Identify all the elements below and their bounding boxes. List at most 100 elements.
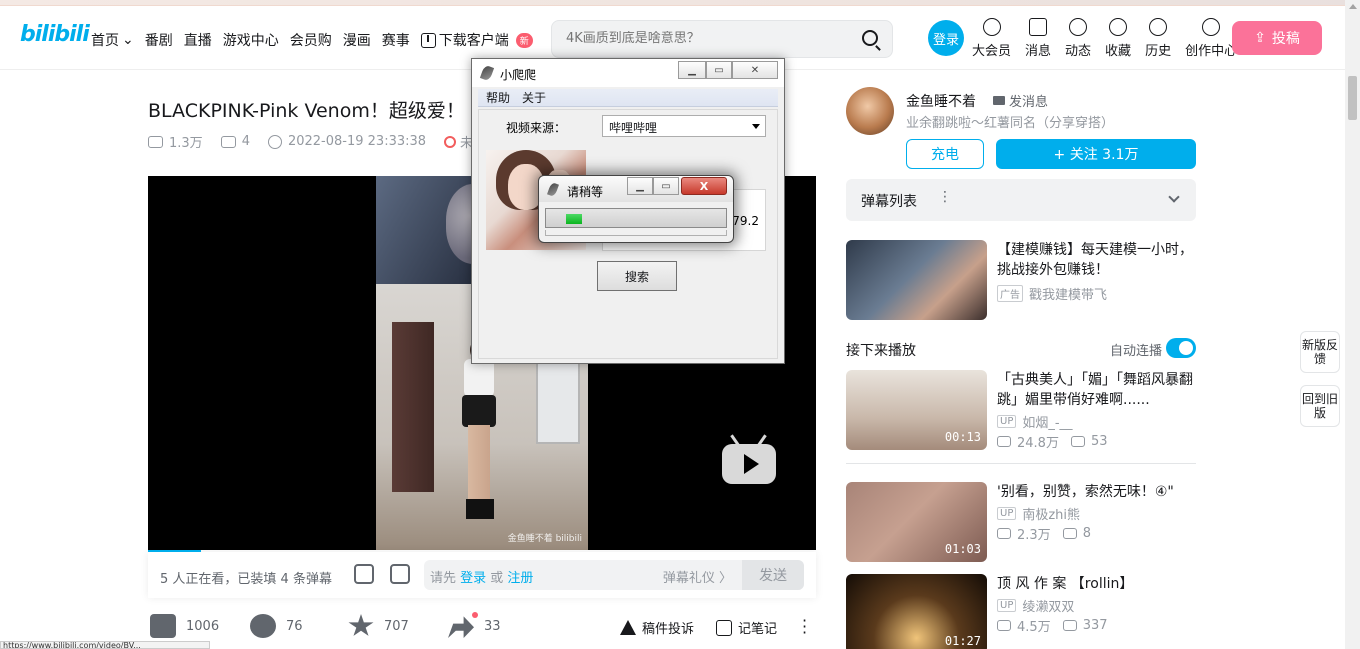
ad-card[interactable]: 【建模赚钱】每天建模一小时，挑战接外包赚钱！ 广告 戳我建模带飞 — [846, 240, 1196, 322]
up-tag: UP — [997, 415, 1017, 428]
header-history[interactable]: 历史 — [1145, 16, 1171, 59]
bilibili-tv-play-icon[interactable] — [722, 434, 776, 484]
header-dynamic[interactable]: 动态 — [1065, 16, 1091, 59]
header-messages[interactable]: 消息 — [1025, 16, 1051, 59]
uploader-avatar[interactable] — [846, 87, 894, 135]
new-version-feedback-button[interactable]: 新版反馈 — [1300, 331, 1340, 373]
danmaku-icon — [1062, 528, 1077, 539]
dancer-figure — [460, 339, 498, 519]
favorite-button[interactable]: 707 — [348, 614, 409, 638]
header-icon-bar: 大会员 消息 动态 收藏 历史 创作中心 — [972, 16, 1251, 59]
close-button[interactable]: ✕ — [732, 61, 778, 79]
header-creator-center[interactable]: 创作中心 — [1185, 16, 1237, 59]
thumbs-up-icon — [150, 614, 176, 638]
menu-about[interactable]: 关于 — [522, 89, 546, 106]
maximize-button[interactable]: ▭ — [706, 61, 732, 79]
more-options-icon[interactable]: · · · — [802, 613, 807, 641]
recommendation-thumbnail[interactable]: 00:13 — [846, 370, 987, 450]
header-favorites[interactable]: 收藏 — [1105, 16, 1131, 59]
maximize-button[interactable]: ▭ — [653, 177, 679, 195]
follow-button[interactable]: + 关注 3.1万 — [996, 139, 1196, 169]
upload-button[interactable]: ⇪ 投稿 — [1232, 21, 1322, 55]
recommendation-thumbnail[interactable]: 01:03 — [846, 482, 987, 562]
minimize-button[interactable]: ▁ — [627, 177, 653, 195]
autoplay-toggle[interactable] — [1166, 338, 1196, 358]
main-nav: 首页 ⌄ 番剧 直播 游戏中心 会员购 漫画 赛事 下载客户端 新 — [91, 30, 544, 50]
send-message-link[interactable]: 发消息 — [993, 91, 1048, 110]
share-icon — [448, 616, 474, 638]
window-titlebar[interactable]: 小爬爬 ▁ ▭ ✕ — [472, 59, 784, 87]
scroll-up-arrow-icon[interactable] — [1349, 4, 1357, 9]
charge-button[interactable]: 充电 — [906, 139, 984, 169]
progress-fill — [566, 214, 583, 224]
up-tag: UP — [997, 599, 1017, 612]
recommendation-item[interactable]: 00:13 「古典美人」「媚」「舞蹈风暴翻跳」媚里带俏好难啊...... UP 如… — [846, 370, 1196, 452]
browser-status-url: https://www.bilibili.com/video/BV... — [0, 641, 210, 649]
recommendation-uploader[interactable]: UP 绫濑双双 — [997, 596, 1074, 615]
scrollbar-thumb[interactable] — [1348, 76, 1357, 120]
share-button[interactable]: 33 — [448, 612, 501, 638]
login-avatar-button[interactable]: 登录 — [928, 20, 964, 56]
danmaku-settings-icon[interactable] — [390, 564, 410, 584]
video-source-label: 视频来源： — [506, 121, 567, 135]
coin-icon — [250, 614, 276, 638]
recommendation-item[interactable]: 01:03 '别看，别赞，索然无味！④" UP 南极zhi熊 2.3万 8 — [846, 482, 1196, 564]
recommendation-thumbnail[interactable]: 01:27 — [846, 574, 987, 649]
danmaku-toggle-icon[interactable] — [354, 564, 374, 584]
notes-button[interactable]: 记笔记 — [716, 618, 777, 637]
danmaku-etiquette-link[interactable]: 弹幕礼仪 〉 — [663, 567, 732, 586]
chevron-down-icon[interactable] — [1168, 191, 1180, 203]
like-button[interactable]: 1006 — [150, 614, 219, 638]
playback-progress[interactable] — [148, 550, 202, 552]
recommendation-title[interactable]: 顶 风 作 案 【rollin】 — [997, 574, 1193, 594]
menu-help[interactable]: 帮助 — [486, 89, 510, 106]
nav-esports[interactable]: 赛事 — [382, 30, 410, 50]
search-button[interactable]: 搜索 — [597, 261, 677, 291]
page-scrollbar[interactable] — [1345, 0, 1360, 649]
more-vertical-icon[interactable]: ⋮ — [938, 189, 952, 205]
nav-manga[interactable]: 漫画 — [343, 30, 371, 50]
danmaku-icon — [1070, 436, 1085, 447]
ad-title[interactable]: 【建模赚钱】每天建模一小时，挑战接外包赚钱！ — [997, 240, 1193, 280]
ad-thumbnail[interactable] — [846, 240, 987, 320]
close-button[interactable]: X — [681, 177, 727, 195]
danmaku-input[interactable]: 请先 登录 或 注册 弹幕礼仪 〉 发送 — [424, 560, 804, 590]
recommendation-uploader[interactable]: UP 如烟_-__ — [997, 412, 1073, 431]
recommendation-item[interactable]: 01:27 顶 风 作 案 【rollin】 UP 绫濑双双 4.5万 337 — [846, 574, 1196, 649]
search-input[interactable] — [566, 31, 836, 46]
login-link[interactable]: 登录 — [460, 571, 486, 586]
search-icon[interactable] — [862, 30, 878, 46]
danmaku-list-panel[interactable]: 弹幕列表 ⋮ — [846, 179, 1196, 221]
recommendation-title[interactable]: 「古典美人」「媚」「舞蹈风暴翻跳」媚里带俏好难啊...... — [997, 370, 1193, 410]
nav-anime[interactable]: 番剧 — [145, 30, 173, 50]
back-to-old-version-button[interactable]: 回到旧版 — [1300, 385, 1340, 427]
uploader-name[interactable]: 金鱼睡不着 — [906, 91, 976, 111]
history-icon — [1149, 18, 1168, 36]
publish-date: 2022-08-19 23:33:38 — [267, 134, 426, 149]
nav-game-center[interactable]: 游戏中心 — [223, 30, 279, 50]
header-vip[interactable]: 大会员 — [972, 16, 1011, 59]
nav-download-client[interactable]: 下载客户端 新 — [420, 30, 533, 50]
bilibili-logo[interactable]: bilibili — [20, 22, 90, 47]
nav-live[interactable]: 直播 — [184, 30, 212, 50]
nav-home[interactable]: 首页 ⌄ — [91, 30, 134, 50]
minimize-button[interactable]: ▁ — [678, 61, 706, 79]
video-source-select[interactable]: 哔哩哔哩 — [602, 115, 766, 137]
recommendation-uploader[interactable]: UP 南极zhi熊 — [997, 504, 1080, 523]
warning-icon — [620, 620, 636, 635]
view-count: 1.3万 — [148, 132, 203, 151]
feather-icon — [479, 64, 495, 82]
download-icon — [420, 32, 436, 48]
vip-icon — [982, 18, 1001, 36]
prohibited-icon — [444, 135, 457, 148]
dialog-titlebar[interactable]: 请稍等 ▁ ▭ X — [539, 176, 733, 202]
nav-mall[interactable]: 会员购 — [290, 30, 332, 50]
report-button[interactable]: 稿件投诉 — [620, 618, 694, 637]
register-link[interactable]: 注册 — [507, 571, 533, 586]
window-title: 小爬爬 — [500, 68, 537, 82]
notification-dot — [472, 612, 478, 618]
coin-button[interactable]: 76 — [250, 614, 303, 638]
video-action-row: 1006 76 707 33 稿件投诉 记笔记 · · · — [148, 612, 816, 644]
send-danmaku-button[interactable]: 发送 — [742, 560, 804, 590]
recommendation-title[interactable]: '别看，别赞，索然无味！④" — [997, 482, 1193, 502]
